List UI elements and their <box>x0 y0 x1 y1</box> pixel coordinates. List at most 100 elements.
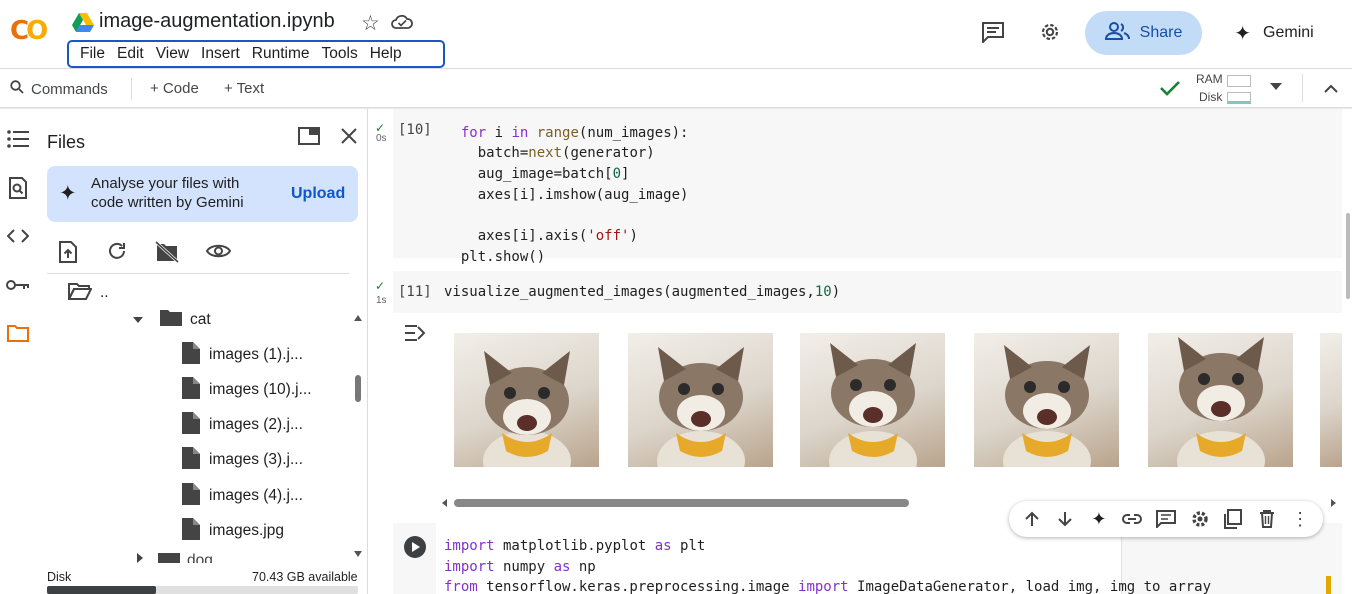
scroll-right-arrow-icon[interactable] <box>1331 499 1336 507</box>
gemini-label: Gemini <box>1263 24 1314 41</box>
folder-open-icon <box>67 282 93 305</box>
gemini-button[interactable]: ✦ Gemini <box>1229 15 1319 51</box>
ram-bar <box>1227 75 1251 87</box>
run-success-check-icon: ✓ <box>375 279 386 293</box>
collapse-arrow-icon[interactable] <box>137 553 143 563</box>
resource-monitor[interactable]: RAM Disk <box>1196 72 1256 106</box>
tree-item-file[interactable]: images (4).j... <box>182 481 303 511</box>
cell10-time: 0s <box>376 133 387 144</box>
tree-item-label: images.jpg <box>209 522 284 539</box>
toolbar-divider-right <box>1302 74 1303 102</box>
gemini-card-line1: Analyse your files with <box>91 175 240 192</box>
files-panel-title: Files <box>47 132 86 152</box>
tree-item-label: images (4).j... <box>209 487 303 504</box>
runtime-dropdown-icon[interactable] <box>1270 83 1282 90</box>
menu-insert[interactable]: Insert <box>195 45 246 63</box>
cell12-source: import matplotlib.pyplot as plt import n… <box>444 536 1211 594</box>
menu-runtime[interactable]: Runtime <box>246 45 316 63</box>
move-down-icon[interactable] <box>1054 508 1076 530</box>
code-line: aug_image=batch[0] <box>444 166 630 183</box>
code-line: axes[i].imshow(aug_image) <box>444 186 689 203</box>
files-scrollbar[interactable] <box>354 313 362 559</box>
menu-help[interactable]: Help <box>364 45 408 63</box>
tree-item-cat-folder[interactable]: cat <box>133 305 211 335</box>
play-icon <box>412 542 420 552</box>
collapse-header-icon[interactable] <box>1324 81 1338 99</box>
folder-icon <box>158 553 180 563</box>
commands-label: Commands <box>31 80 108 98</box>
more-options-icon[interactable]: ⋮ <box>1289 508 1311 530</box>
add-text-button[interactable]: + Text <box>224 80 264 97</box>
run-cell-button[interactable] <box>404 536 426 558</box>
file-icon <box>182 446 200 474</box>
menu-tools[interactable]: Tools <box>316 45 364 63</box>
refresh-icon[interactable] <box>107 241 127 266</box>
code-line: for i in range(num_images): <box>460 124 689 141</box>
mirror-cell-icon[interactable] <box>1222 508 1244 530</box>
files-panel: Files ✦ Analyse your files with code wri… <box>36 109 368 594</box>
cell-toolbar: ✦ ⋮ <box>1009 501 1323 537</box>
colab-logo[interactable]: CO <box>10 16 48 46</box>
scroll-down-arrow-icon[interactable] <box>354 551 362 557</box>
cell11-source: visualize_augmented_images(augmented_ima… <box>444 284 841 300</box>
cloud-saved-icon[interactable] <box>391 13 413 34</box>
code-line: plt.show() <box>444 248 546 265</box>
comment-icon[interactable] <box>1155 508 1177 530</box>
code-snippets-icon[interactable] <box>5 223 31 249</box>
move-up-icon[interactable] <box>1021 508 1043 530</box>
menu-view[interactable]: View <box>150 45 195 63</box>
tree-item-parent[interactable]: .. <box>67 278 109 308</box>
upload-button[interactable]: Upload <box>291 185 345 203</box>
commands-button[interactable]: Commands <box>10 80 108 98</box>
link-icon[interactable] <box>1121 508 1143 530</box>
gemini-spark-icon[interactable]: ✦ <box>1088 508 1110 530</box>
toolbar-divider <box>131 78 132 100</box>
unmount-drive-icon[interactable] <box>154 240 180 268</box>
find-icon[interactable] <box>5 175 31 201</box>
expand-arrow-icon[interactable] <box>133 317 143 323</box>
tree-item-file[interactable]: images.jpg <box>182 516 284 546</box>
upload-file-icon[interactable] <box>58 241 78 268</box>
output-menu-icon[interactable] <box>403 323 427 348</box>
cell-settings-icon[interactable] <box>1189 508 1211 530</box>
open-in-tab-icon[interactable] <box>298 127 320 150</box>
add-code-button[interactable]: + Code <box>150 80 199 97</box>
comments-icon[interactable] <box>981 21 1005 48</box>
left-rail <box>0 109 36 594</box>
gemini-analyse-card[interactable]: ✦ Analyse your files with code written b… <box>47 166 358 222</box>
delete-icon[interactable] <box>1256 508 1278 530</box>
menu-bar: File Edit View Insert Runtime Tools Help <box>67 40 445 68</box>
tree-item-file[interactable]: images (10).j... <box>182 375 312 405</box>
augmented-cat-image <box>628 333 773 467</box>
secrets-key-icon[interactable] <box>5 272 31 298</box>
tree-item-label: images (3).j... <box>209 451 303 468</box>
file-icon <box>182 482 200 510</box>
show-hidden-files-icon[interactable] <box>205 243 232 264</box>
cursor-marker <box>1326 576 1331 594</box>
app-header: CO image-augmentation.ipynb ☆ File Edit … <box>0 0 1352 69</box>
menu-edit[interactable]: Edit <box>111 45 150 63</box>
code-line: from tensorflow.keras.preprocessing.imag… <box>444 579 1212 594</box>
files-folder-icon[interactable] <box>5 320 31 346</box>
scroll-up-arrow-icon[interactable] <box>354 315 362 321</box>
tree-item-label: dog <box>187 552 213 563</box>
augmented-cat-image <box>974 333 1119 467</box>
menu-file[interactable]: File <box>74 45 111 63</box>
tree-item-file[interactable]: images (1).j... <box>182 340 303 370</box>
output-hscroll-thumb[interactable] <box>454 499 909 507</box>
code-line: import matplotlib.pyplot as plt <box>444 538 706 554</box>
toc-icon[interactable] <box>5 126 31 152</box>
notebook-title[interactable]: image-augmentation.ipynb <box>99 10 335 33</box>
close-icon[interactable] <box>340 127 358 150</box>
scroll-thumb[interactable] <box>355 375 361 402</box>
share-button[interactable]: Share <box>1085 11 1202 55</box>
tree-item-file[interactable]: images (2).j... <box>182 410 303 440</box>
star-icon[interactable]: ☆ <box>361 11 380 36</box>
tree-item-file[interactable]: images (3).j... <box>182 445 303 475</box>
settings-icon[interactable] <box>1038 20 1062 49</box>
file-icon <box>182 376 200 404</box>
tree-item-dog-folder[interactable]: dog <box>133 551 333 563</box>
scroll-left-arrow-icon[interactable] <box>442 499 447 507</box>
notebook-scroll-thumb[interactable] <box>1346 213 1350 299</box>
connected-check-icon <box>1160 80 1180 101</box>
